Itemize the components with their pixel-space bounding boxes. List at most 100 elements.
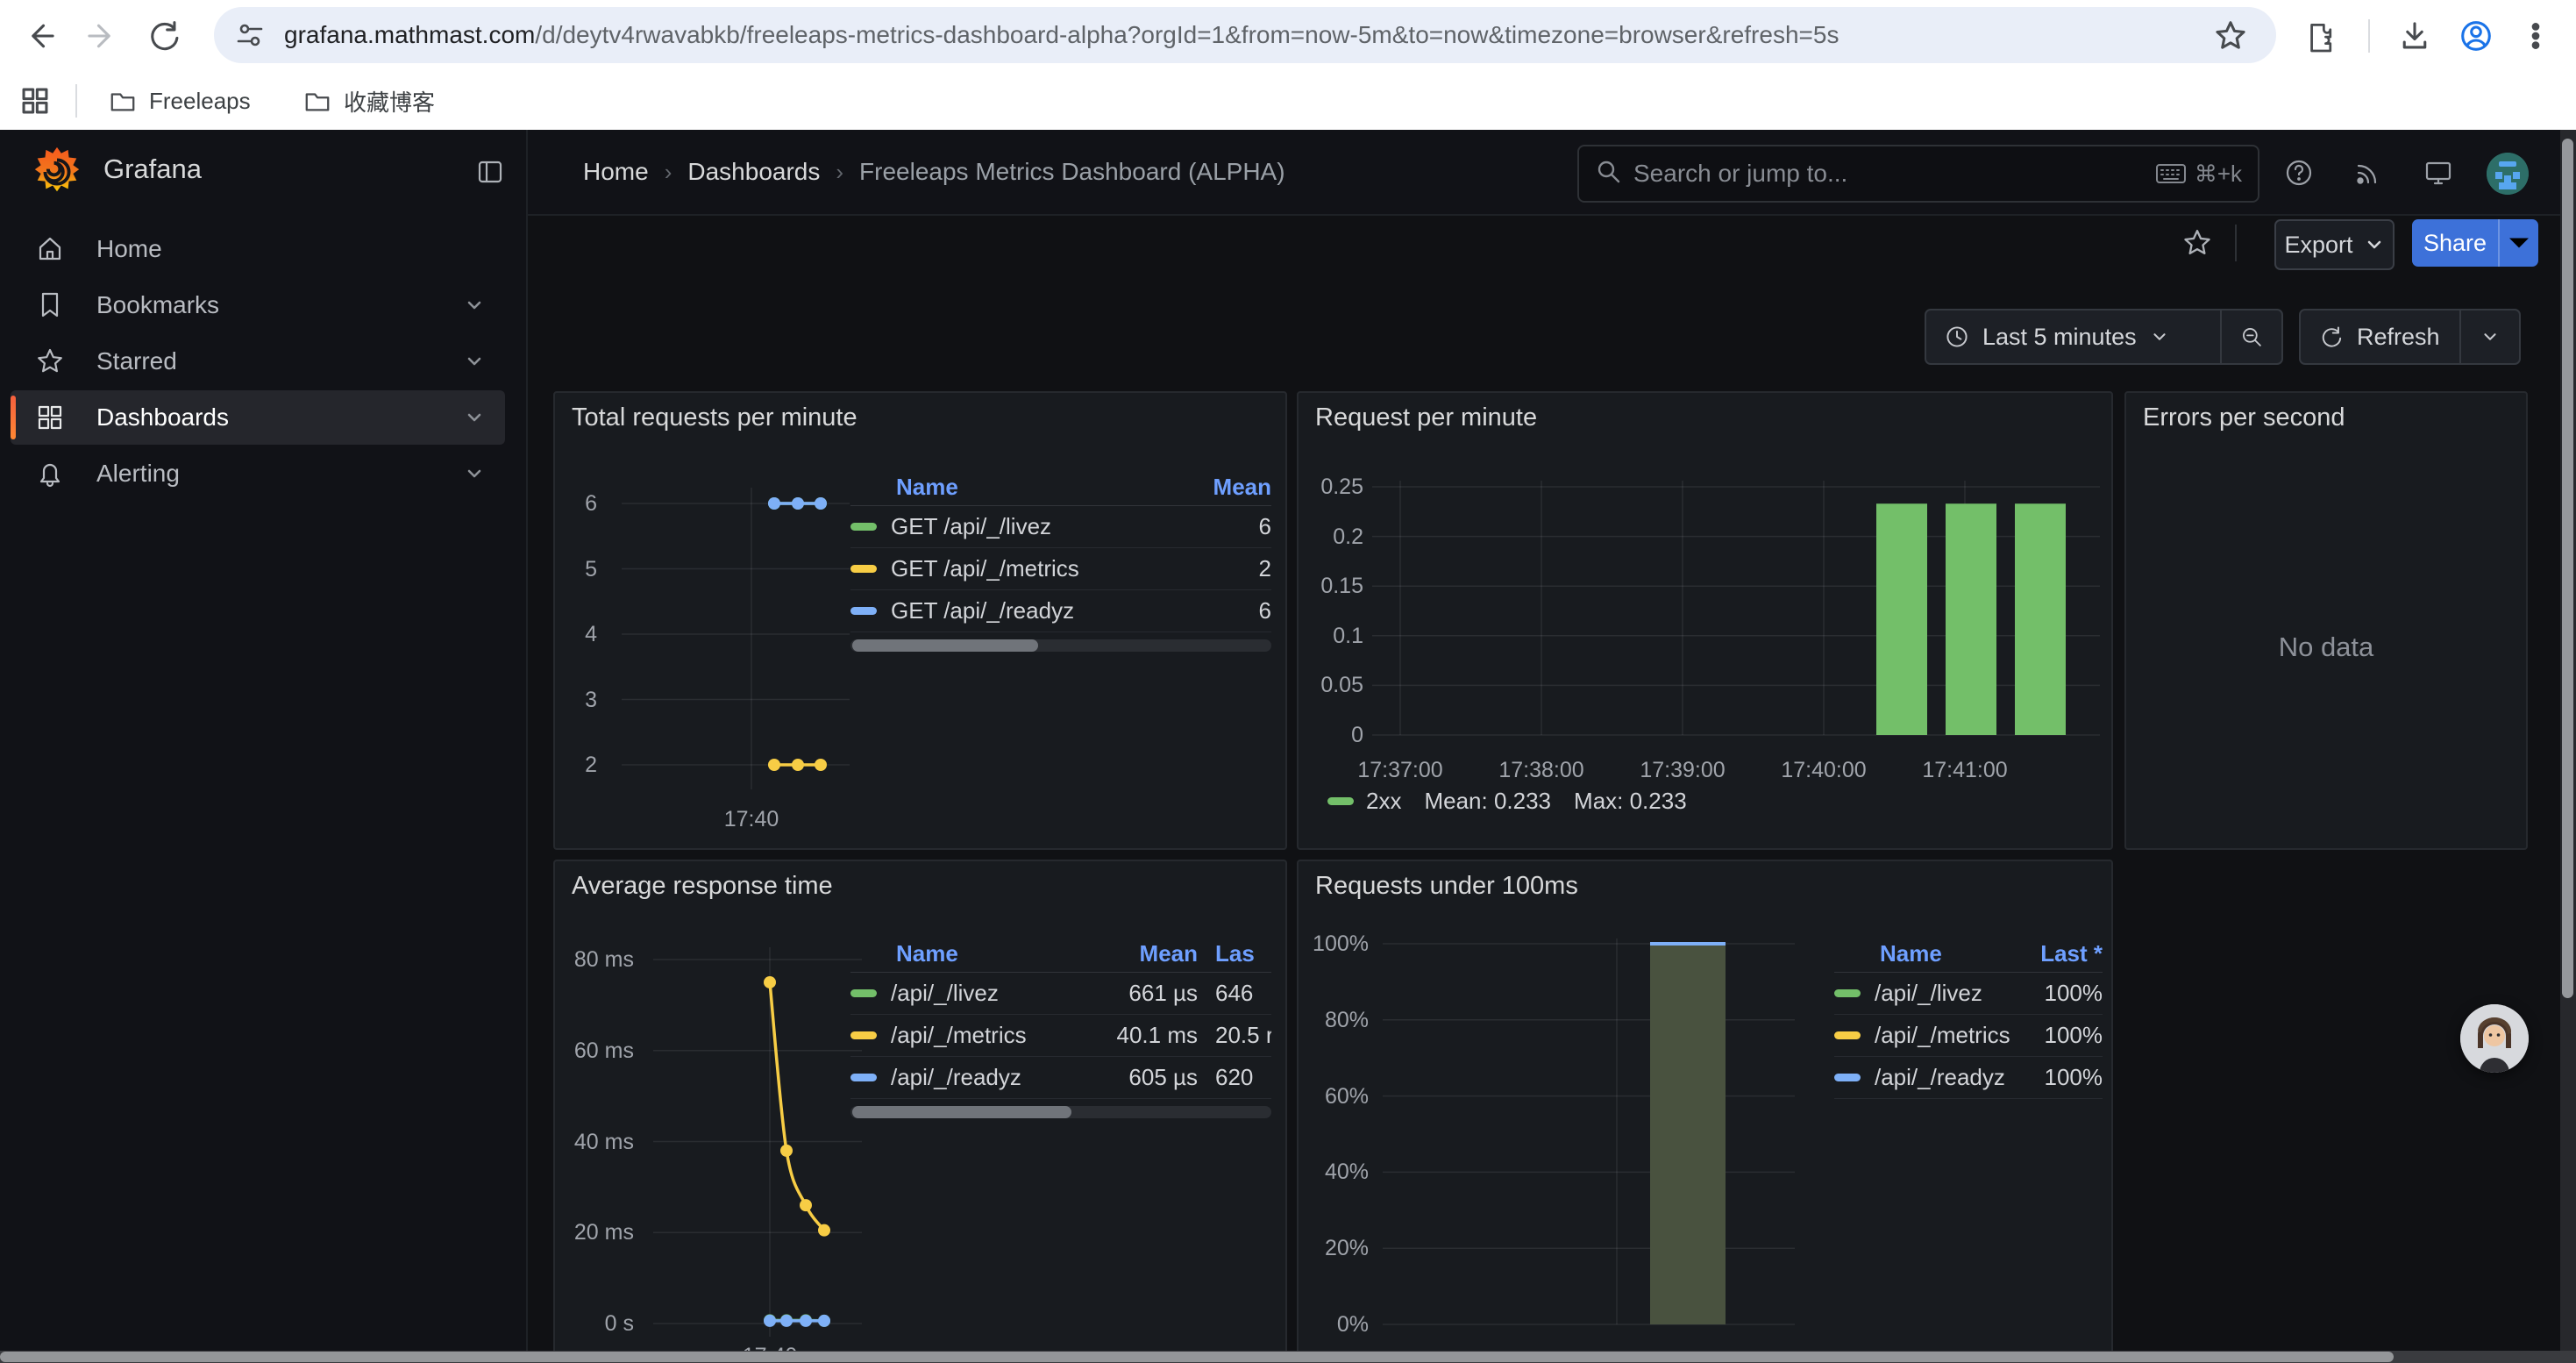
series-color-pill: [1834, 1031, 1861, 1039]
panel-title[interactable]: Total requests per minute: [572, 403, 857, 432]
back-icon[interactable]: [16, 11, 65, 61]
zoom-out-button[interactable]: [2222, 310, 2281, 363]
bar[interactable]: [1650, 944, 1726, 1324]
panel-title[interactable]: Average response time: [572, 872, 833, 901]
data-point[interactable]: [792, 497, 804, 510]
bar[interactable]: [1946, 503, 1996, 735]
legend-row[interactable]: GET /api/_/readyz6: [850, 590, 1271, 632]
data-point[interactable]: [768, 497, 780, 510]
refresh-button[interactable]: Refresh: [2301, 310, 2459, 363]
panel-requests-under-100ms: Requests under 100ms 100%80%60%40%20%0% …: [1297, 860, 2113, 1363]
download-icon[interactable]: [2390, 11, 2439, 61]
legend-row[interactable]: /api/_/readyz605 µs620: [850, 1057, 1271, 1099]
legend-row[interactable]: GET /api/_/metrics2: [850, 548, 1271, 590]
legend-table: NameMeanLas/api/_/livez661 µs646/api/_/m…: [850, 935, 1271, 1099]
axis-tick-label: 80%: [1306, 1006, 1369, 1034]
sidebar-item-bookmarks[interactable]: Bookmarks: [11, 278, 505, 332]
grafana-logo[interactable]: [30, 145, 84, 199]
panel-title[interactable]: Request per minute: [1315, 403, 1537, 432]
data-point[interactable]: [764, 1315, 776, 1327]
data-point[interactable]: [780, 1145, 793, 1157]
axis-tick-label: 20%: [1306, 1234, 1369, 1262]
help-icon[interactable]: [2277, 151, 2321, 195]
data-point[interactable]: [780, 1315, 793, 1327]
favorite-star-icon[interactable]: [2175, 221, 2219, 265]
data-point[interactable]: [768, 759, 780, 771]
bookmark-folder-freeleaps[interactable]: Freeleaps: [95, 79, 265, 123]
breadcrumb-dashboards[interactable]: Dashboards: [687, 158, 820, 186]
breadcrumb-home[interactable]: Home: [583, 158, 649, 186]
refresh-interval-chevron[interactable]: [2461, 310, 2519, 363]
series-line[interactable]: [770, 982, 824, 1231]
refresh-picker[interactable]: Refresh: [2299, 309, 2521, 365]
header-main: Home › Dashboards › Freeleaps Metrics Da…: [526, 130, 2576, 214]
legend-scrollbar[interactable]: [850, 1106, 1271, 1118]
time-range-picker[interactable]: Last 5 minutes: [1925, 309, 2283, 365]
series-color-pill: [850, 523, 877, 531]
panel-title[interactable]: Requests under 100ms: [1315, 872, 1578, 901]
bar-chart[interactable]: [1383, 931, 1804, 1352]
reload-icon[interactable]: [139, 11, 188, 61]
collapse-sidebar-icon[interactable]: [470, 152, 510, 192]
search-input[interactable]: Search or jump to... ⌘+k: [1577, 145, 2259, 203]
forward-icon[interactable]: [77, 11, 126, 61]
horizontal-scrollbar-thumb[interactable]: [0, 1352, 2394, 1362]
bar[interactable]: [2015, 503, 2066, 735]
chevron-down-icon[interactable]: [463, 294, 486, 317]
keyboard-icon: [2156, 163, 2186, 184]
chevron-down-icon[interactable]: [463, 406, 486, 429]
chevron-down-icon[interactable]: [463, 350, 486, 373]
legend-scrollbar[interactable]: [850, 639, 1271, 652]
bookmark-folder-blogs[interactable]: 收藏博客: [289, 79, 449, 123]
bar-chart[interactable]: [1372, 472, 2102, 761]
panel-title[interactable]: Errors per second: [2143, 403, 2345, 432]
export-button[interactable]: Export: [2274, 219, 2395, 270]
series-color-pill: [850, 607, 877, 615]
legend-item[interactable]: 2xx: [1327, 788, 1401, 815]
data-point[interactable]: [800, 1315, 812, 1327]
line-chart[interactable]: [604, 481, 858, 814]
axis-tick-label: 20 ms: [562, 1218, 634, 1246]
no-data-message: No data: [2126, 632, 2526, 663]
assistant-avatar[interactable]: [2460, 1004, 2529, 1073]
url-bar[interactable]: grafana.mathmast.com/d/deytv4rwavabkb/fr…: [214, 7, 2276, 63]
data-point[interactable]: [818, 1224, 830, 1237]
sidebar-item-dashboards[interactable]: Dashboards: [11, 390, 505, 445]
extensions-icon[interactable]: [2295, 11, 2345, 61]
breadcrumb-separator: ›: [836, 159, 843, 186]
horizontal-scrollbar[interactable]: [0, 1351, 2576, 1363]
sidebar-item-alerting[interactable]: Alerting: [11, 446, 505, 501]
data-point[interactable]: [800, 1199, 812, 1211]
share-menu-chevron[interactable]: [2498, 219, 2538, 267]
vertical-scrollbar[interactable]: [2560, 130, 2576, 1363]
bar[interactable]: [1876, 503, 1927, 735]
legend-row[interactable]: /api/_/metrics100%: [1834, 1015, 2103, 1057]
legend-row[interactable]: GET /api/_/livez6: [850, 506, 1271, 548]
user-avatar[interactable]: [2487, 153, 2529, 195]
chevron-down-icon[interactable]: [463, 462, 486, 485]
data-point[interactable]: [815, 497, 827, 510]
sidebar-item-home[interactable]: Home: [11, 222, 505, 276]
time-range-button[interactable]: Last 5 minutes: [1926, 310, 2220, 363]
data-point[interactable]: [815, 759, 827, 771]
data-point[interactable]: [764, 976, 776, 988]
legend-row[interactable]: /api/_/metrics40.1 ms20.5 r: [850, 1015, 1271, 1057]
vertical-scrollbar-thumb[interactable]: [2562, 139, 2573, 998]
bookmark-star-icon[interactable]: [2206, 11, 2255, 61]
data-point[interactable]: [818, 1315, 830, 1327]
site-info-icon[interactable]: [233, 18, 267, 52]
legend-row[interactable]: /api/_/livez661 µs646: [850, 973, 1271, 1015]
news-rss-icon[interactable]: [2346, 151, 2390, 195]
sidebar-item-starred[interactable]: Starred: [11, 334, 505, 389]
legend-row[interactable]: /api/_/livez100%: [1834, 973, 2103, 1015]
legend-row[interactable]: /api/_/readyz100%: [1834, 1057, 2103, 1099]
data-point[interactable]: [792, 759, 804, 771]
share-button[interactable]: Share: [2412, 219, 2498, 267]
apps-grid-icon[interactable]: [11, 76, 60, 125]
kiosk-monitor-icon[interactable]: [2416, 151, 2460, 195]
url-text[interactable]: grafana.mathmast.com/d/deytv4rwavabkb/fr…: [284, 21, 1839, 49]
browser-menu-icon[interactable]: [2511, 11, 2560, 61]
sidebar: Home Bookmarks Starred Dashboards Alerti…: [0, 214, 528, 1363]
line-chart[interactable]: [648, 940, 867, 1361]
profile-icon[interactable]: [2451, 11, 2501, 61]
